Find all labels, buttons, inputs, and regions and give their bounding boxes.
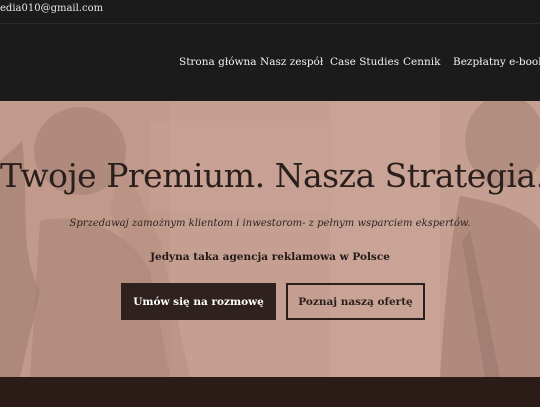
nav-item-ebook[interactable]: Bezpłatny e-book: [453, 56, 540, 68]
see-offer-button[interactable]: Poznaj naszą ofertę: [286, 283, 425, 320]
nav-item-pricing[interactable]: Cennik: [403, 56, 441, 68]
nav-item-team[interactable]: Nasz zespół: [260, 56, 323, 68]
next-section-strip: [0, 377, 540, 407]
hero-subtitle: Sprzedawaj zamożnym klientom i inwestoro…: [69, 218, 471, 229]
contact-email[interactable]: edia010@gmail.com: [0, 3, 103, 14]
hero-tagline: Jedyna taka agencja reklamowa w Polsce: [150, 251, 390, 263]
main-navigation: Strona główna Nasz zespół Case Studies C…: [0, 25, 540, 101]
book-call-button[interactable]: Umów się na rozmowę: [121, 283, 276, 320]
top-bar: edia010@gmail.com: [0, 0, 540, 24]
hero-section: Twoje Premium. Nasza Strategia. Sprzedaw…: [0, 101, 540, 377]
hero-title: Twoje Premium. Nasza Strategia.: [0, 156, 540, 195]
hero-background-photo: [0, 101, 540, 377]
nav-item-case-studies[interactable]: Case Studies: [330, 56, 399, 68]
nav-item-home[interactable]: Strona główna: [179, 56, 257, 68]
